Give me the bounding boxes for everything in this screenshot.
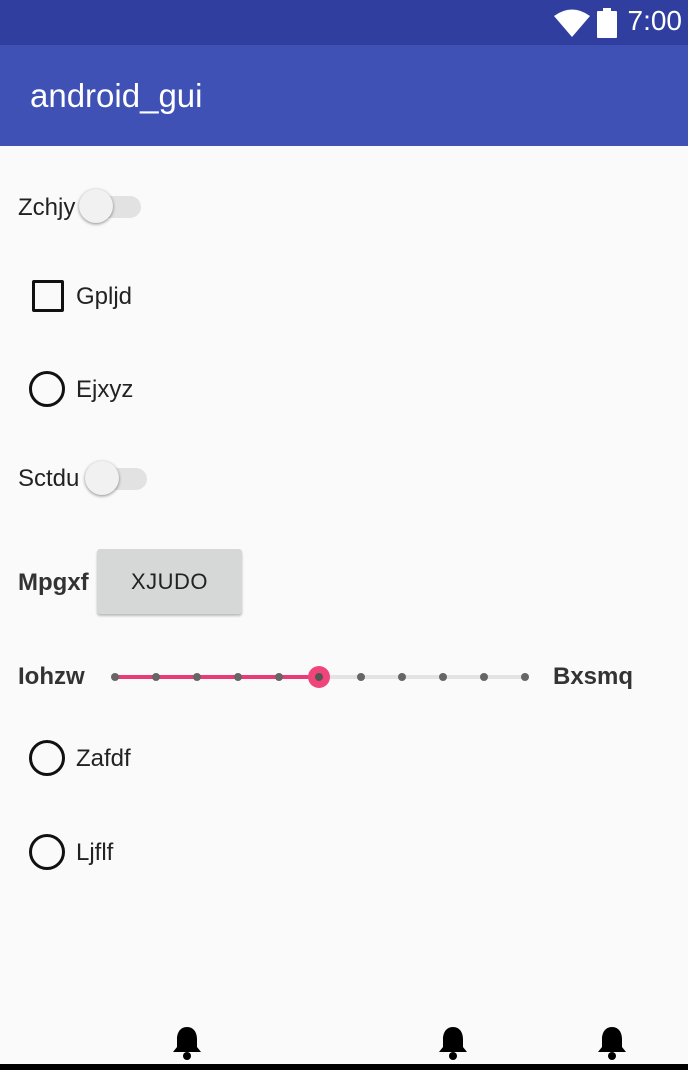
slider-tick: [111, 673, 119, 681]
switch-zchjy-label: Zchjy: [18, 194, 76, 221]
radio-zafdf-label[interactable]: Zafdf: [76, 745, 131, 773]
bell-icon[interactable]: [171, 1025, 203, 1066]
slider-tick: [480, 673, 488, 681]
slider-min-label: Iohzw: [18, 663, 85, 690]
slider-tick: [439, 673, 447, 681]
slider-thumb[interactable]: [308, 666, 330, 688]
bell-icon[interactable]: [437, 1025, 469, 1066]
radio-ljflf-label[interactable]: Ljflf: [76, 839, 113, 867]
button-row-label: Mpgxf: [18, 569, 89, 596]
slider-tick: [398, 673, 406, 681]
app-title: android_gui: [30, 77, 203, 114]
switch-thumb: [85, 461, 119, 495]
app-bar: android_gui: [0, 45, 688, 146]
bottom-divider: [0, 1064, 688, 1070]
battery-icon: [597, 8, 617, 43]
slider-tick: [152, 673, 160, 681]
slider-tick: [357, 673, 365, 681]
radio-zafdf[interactable]: [29, 740, 65, 776]
radio-ejxyz[interactable]: [29, 371, 65, 407]
slider-tick: [234, 673, 242, 681]
slider-tick: [275, 673, 283, 681]
discrete-slider[interactable]: [108, 660, 536, 694]
switch-thumb: [79, 189, 113, 223]
slider-thumb-dot: [315, 673, 323, 681]
slider-tick: [521, 673, 529, 681]
switch-sctdu-label: Sctdu: [18, 465, 80, 492]
switch-zchjy[interactable]: [79, 187, 143, 225]
xjudo-button[interactable]: XJUDO: [97, 549, 242, 614]
slider-tick: [193, 673, 201, 681]
switch-sctdu[interactable]: [85, 459, 149, 497]
radio-ejxyz-label[interactable]: Ejxyz: [76, 376, 133, 404]
wifi-icon: [554, 9, 590, 42]
bell-icon[interactable]: [596, 1025, 628, 1066]
status-time: 7:00: [627, 5, 683, 36]
checkbox-gpljd[interactable]: [32, 280, 64, 312]
radio-ljflf[interactable]: [29, 834, 65, 870]
status-bar: 7:00: [0, 0, 688, 45]
slider-max-label: Bxsmq: [553, 663, 634, 690]
slider-active-track: [114, 675, 319, 679]
checkbox-gpljd-label[interactable]: Gpljd: [76, 283, 132, 311]
